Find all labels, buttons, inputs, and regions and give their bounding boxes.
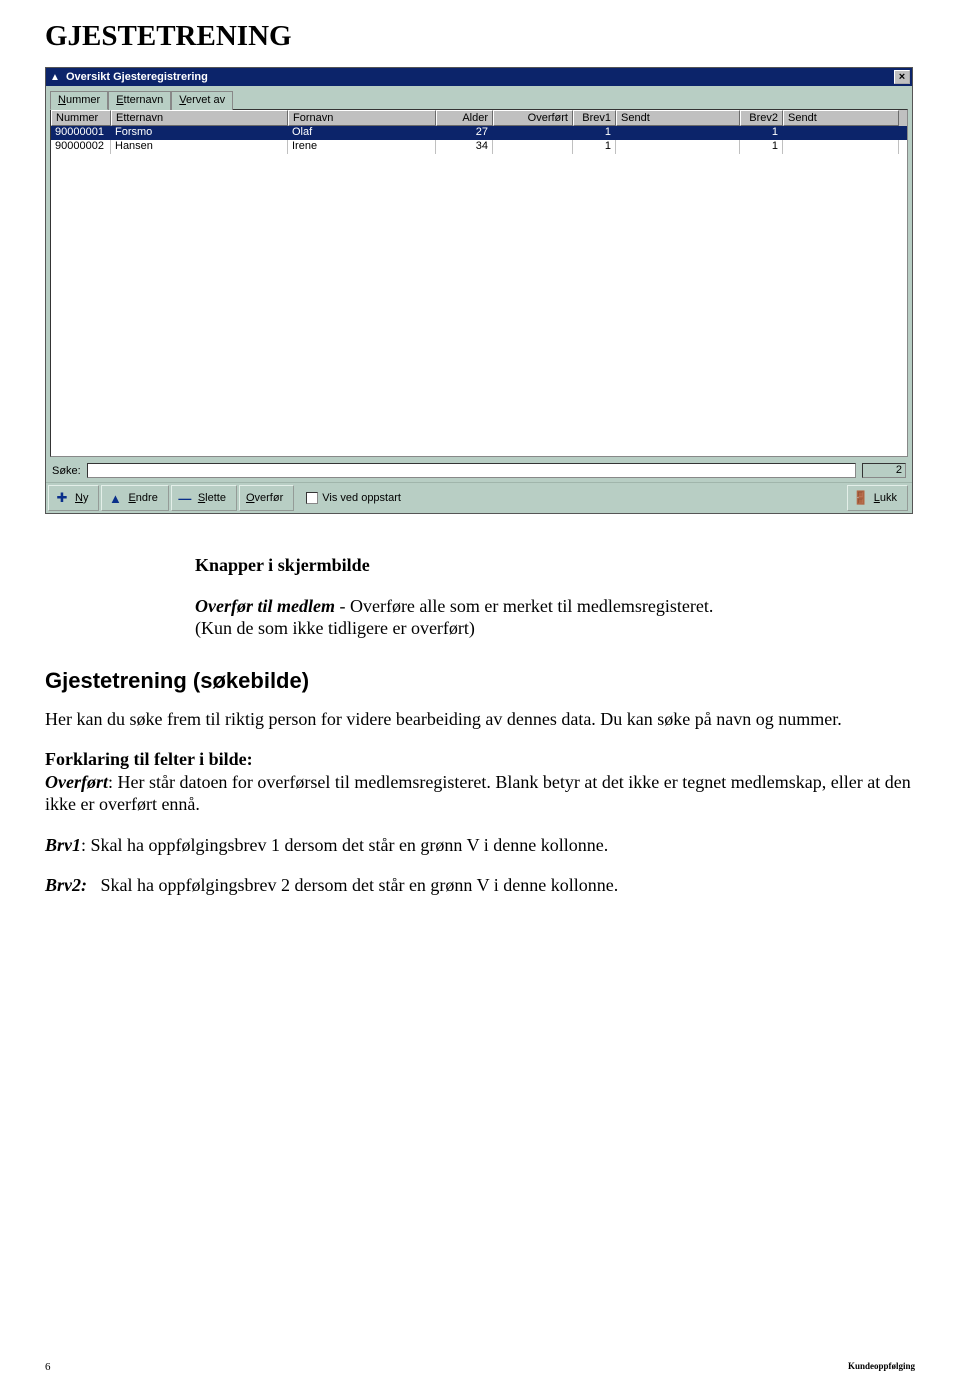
tab-label: tternavn (124, 94, 164, 106)
cell-overfort (493, 126, 573, 140)
overfor-button[interactable]: Overfør (239, 485, 294, 511)
col-alder[interactable]: Alder (436, 110, 493, 126)
overfor-text-2: (Kun de som ikke tidligere er overført) (195, 618, 475, 638)
brv2-text: Skal ha oppfølgingsbrev 2 dersom det stå… (101, 875, 619, 895)
grid: Nummer Etternavn Fornavn Alder Overført … (50, 109, 908, 457)
close-button[interactable]: × (894, 70, 910, 84)
col-sendt1[interactable]: Sendt (616, 110, 740, 126)
cell-alder: 27 (436, 126, 493, 140)
slette-button[interactable]: — Slette (171, 485, 237, 511)
endre-button[interactable]: ▲ Endre (101, 485, 168, 511)
brv2-paragraph: Brv2: Skal ha oppfølgingsbrev 2 dersom d… (45, 874, 915, 897)
tab-label: ervet av (186, 94, 225, 106)
cell-fornavn: Irene (288, 140, 436, 154)
col-brev2[interactable]: Brev2 (740, 110, 783, 126)
cell-etternavn: Hansen (111, 140, 288, 154)
grid-body: 90000001 Forsmo Olaf 27 1 1 90000002 Han… (51, 126, 907, 456)
btn-hotkey: E (128, 492, 135, 504)
btn-label: ndre (136, 492, 158, 504)
brv1-paragraph: Brv1: Skal ha oppfølgingsbrev 1 dersom d… (45, 834, 915, 857)
tab-label: ummer (66, 94, 100, 106)
titlebar: ▲ Oversikt Gjesteregistrering × (46, 68, 912, 86)
cell-brev1: 1 (573, 140, 616, 154)
table-row[interactable]: 90000002 Hansen Irene 34 1 1 (51, 140, 907, 154)
cell-alder: 34 (436, 140, 493, 154)
brv1-text: : Skal ha oppfølgingsbrev 1 dersom det s… (81, 835, 608, 855)
table-row[interactable]: 90000001 Forsmo Olaf 27 1 1 (51, 126, 907, 140)
tab-etternavn[interactable]: Etternavn (108, 91, 171, 110)
cell-brev2: 1 (740, 126, 783, 140)
col-etternavn[interactable]: Etternavn (111, 110, 288, 126)
window-title: Oversikt Gjesteregistrering (66, 71, 894, 83)
knapper-block: Knapper i skjermbilde Overfør til medlem… (195, 554, 865, 640)
plus-icon: ✚ (55, 491, 69, 505)
search-row: Søke: 2 (46, 457, 912, 482)
tab-hotkey: N (58, 94, 66, 106)
btn-hotkey: N (75, 492, 83, 504)
tab-nummer[interactable]: Nummer (50, 91, 108, 110)
door-icon: 🚪 (854, 491, 868, 505)
body-text: Her kan du søke frem til riktig person f… (45, 708, 915, 897)
cell-brev1: 1 (573, 126, 616, 140)
btn-label: ukk (880, 492, 897, 504)
col-overfort[interactable]: Overført (493, 110, 573, 126)
soke-paragraph: Her kan du søke frem til riktig person f… (45, 708, 915, 731)
btn-hotkey: O (246, 492, 255, 504)
btn-label: lette (205, 492, 226, 504)
tab-vervet-av[interactable]: Vervet av (171, 91, 233, 110)
overfort-text: : Her står datoen for overførsel til med… (45, 772, 911, 815)
search-input[interactable] (87, 463, 856, 478)
edit-icon: ▲ (108, 491, 122, 505)
ny-button[interactable]: ✚ Ny (48, 485, 99, 511)
btn-label: verfør (255, 492, 284, 504)
delete-icon: — (178, 491, 192, 505)
knapper-heading: Knapper i skjermbilde (195, 554, 865, 577)
button-bar: ✚ Ny ▲ Endre — Slette Overfør Vis ved op… (46, 482, 912, 513)
overfor-label: Overfør til medlem (195, 596, 335, 616)
cell-overfort (493, 140, 573, 154)
brv2-label: Brv2: (45, 875, 87, 895)
tab-hotkey: E (116, 94, 123, 106)
footer-label: Kundeoppfølging (848, 1361, 915, 1373)
forklaring-paragraph: Forklaring til felter i bilde: Overført:… (45, 748, 915, 816)
app-icon: ▲ (48, 70, 62, 84)
lukk-button[interactable]: 🚪 Lukk (847, 485, 908, 511)
cell-etternavn: Forsmo (111, 126, 288, 140)
search-label: Søke: (52, 465, 81, 477)
row-count: 2 (862, 463, 906, 478)
chk-label: is ved oppstart (329, 492, 401, 504)
cell-brev2: 1 (740, 140, 783, 154)
cell-sendt1 (616, 126, 740, 140)
grid-header: Nummer Etternavn Fornavn Alder Overført … (51, 110, 907, 126)
col-nummer[interactable]: Nummer (51, 110, 111, 126)
overfor-text: - Overføre alle som er merket til medlem… (339, 596, 713, 616)
overfor-paragraph: Overfør til medlem - Overføre alle som e… (195, 595, 865, 640)
cell-nummer: 90000002 (51, 140, 111, 154)
cell-sendt2 (783, 126, 899, 140)
col-fornavn[interactable]: Fornavn (288, 110, 436, 126)
window-oversikt-gjesteregistrering: ▲ Oversikt Gjesteregistrering × Nummer E… (45, 67, 913, 514)
brv1-label: Brv1 (45, 835, 81, 855)
vis-oppstart-checkbox[interactable]: Vis ved oppstart (306, 492, 401, 504)
btn-label: y (83, 492, 89, 504)
page-footer: 6 Kundeoppfølging (45, 1361, 915, 1373)
sokebilde-heading: Gjestetrening (søkebilde) (45, 668, 915, 694)
cell-sendt1 (616, 140, 740, 154)
page-number: 6 (45, 1361, 51, 1373)
page-title: GJESTETRENING (45, 20, 915, 53)
forklaring-heading: Forklaring til felter i bilde: (45, 749, 253, 769)
tab-row: Nummer Etternavn Vervet av (46, 86, 912, 109)
cell-sendt2 (783, 140, 899, 154)
overfort-label: Overført (45, 772, 108, 792)
cell-fornavn: Olaf (288, 126, 436, 140)
tab-hotkey: V (179, 94, 186, 106)
col-sendt2[interactable]: Sendt (783, 110, 899, 126)
checkbox-icon (306, 492, 318, 504)
col-brev1[interactable]: Brev1 (573, 110, 616, 126)
cell-nummer: 90000001 (51, 126, 111, 140)
